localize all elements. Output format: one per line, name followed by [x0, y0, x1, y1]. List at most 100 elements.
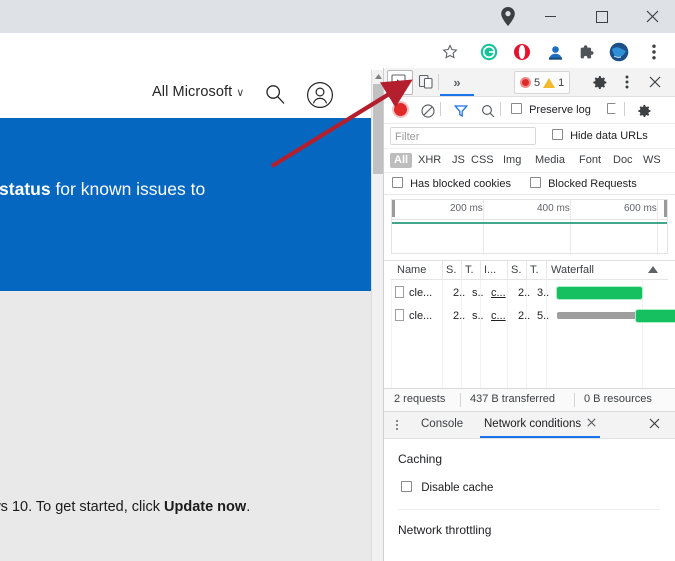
disable-cache-checkbox[interactable] — [607, 103, 616, 116]
cell-initiator[interactable]: c... — [491, 287, 511, 299]
update-now-link[interactable]: Update now — [164, 499, 246, 515]
error-count-icon — [520, 77, 531, 88]
issue-counts[interactable]: 5 1 — [514, 71, 571, 94]
column-divider[interactable] — [507, 261, 508, 280]
caching-section-title: Caching — [398, 452, 443, 466]
filter-input[interactable]: Filter — [390, 127, 536, 145]
preserve-log-box-icon — [511, 103, 522, 114]
tab-network-conditions-close-icon[interactable] — [587, 418, 596, 430]
table-header-row: Name S. T. I... S. T. Waterfall — [391, 261, 668, 280]
scrollbar-thumb[interactable] — [373, 84, 383, 174]
devtools-panel: » 5 1 Preserve log Filter Hide data URLs… — [383, 68, 675, 561]
scroll-up-arrow-icon[interactable] — [372, 70, 383, 83]
page-body-text-prefix: ndows 10. To get started, click — [0, 499, 160, 515]
table-row[interactable]: cle... 2.. s.. c... 2.. 5.. — [391, 306, 675, 326]
tab-console[interactable]: Console — [421, 418, 463, 430]
throttling-section-title: Network throttling — [398, 523, 492, 537]
bookmark-star-icon[interactable] — [437, 39, 463, 65]
overview-right-handle[interactable] — [664, 200, 667, 217]
hide-data-urls-checkbox[interactable]: Hide data URLs — [552, 129, 648, 142]
drawer-close-icon[interactable] — [649, 418, 660, 432]
column-divider[interactable] — [546, 261, 547, 280]
overview-frame: 200 ms 400 ms 600 ms — [391, 199, 668, 255]
gear-icon[interactable] — [589, 71, 611, 93]
cell-name: cle... — [409, 287, 433, 299]
opera-extension-icon[interactable] — [509, 39, 535, 65]
hide-data-urls-box-icon — [552, 129, 563, 140]
preserve-log-checkbox[interactable]: Preserve log — [511, 103, 591, 116]
blocked-requests-checkbox[interactable]: Blocked Requests — [530, 177, 637, 190]
table-row[interactable]: cle... 2.. s.. c... 2.. 3.. — [391, 283, 668, 303]
network-toolbar: Preserve log — [384, 97, 675, 124]
network-settings-gear-icon[interactable] — [634, 100, 656, 122]
search-icon[interactable] — [477, 100, 499, 122]
overview-left-handle[interactable] — [392, 200, 395, 217]
column-header-size[interactable]: S. — [511, 264, 525, 276]
column-header-initiator[interactable]: I... — [484, 264, 506, 276]
type-filter-ws[interactable]: WS — [639, 153, 665, 168]
tab-network-conditions[interactable]: Network conditions — [484, 418, 581, 430]
window-close-button[interactable] — [629, 0, 675, 33]
column-divider[interactable] — [442, 261, 443, 280]
toolbar-divider-2 — [569, 74, 570, 90]
summary-divider — [460, 393, 461, 407]
drawer-selected-underline — [480, 436, 600, 438]
summary-resources: 0 B resources — [584, 393, 652, 405]
type-filter-doc[interactable]: Doc — [609, 153, 637, 168]
column-divider[interactable] — [480, 261, 481, 280]
record-stop-icon[interactable] — [394, 103, 407, 116]
cell-initiator[interactable]: c... — [491, 310, 511, 322]
profile-pin-icon[interactable] — [500, 7, 516, 26]
close-icon[interactable] — [644, 71, 666, 93]
type-filter-media[interactable]: Media — [531, 153, 569, 168]
device-toolbar-icon[interactable] — [415, 71, 437, 93]
page-body-text-suffix: . — [246, 499, 251, 515]
summary-divider — [574, 393, 575, 407]
network-overview-timeline[interactable]: 200 ms 400 ms 600 ms — [384, 195, 675, 261]
hide-data-urls-label: Hide data URLs — [570, 130, 648, 142]
globe-profile-icon[interactable] — [606, 39, 632, 65]
net-divider-3 — [624, 102, 625, 116]
has-blocked-cookies-checkbox[interactable]: Has blocked cookies — [392, 177, 511, 190]
devtools-tabbar: » 5 1 — [384, 68, 675, 97]
page-viewport: All Microsoft∨ rmation status for known … — [0, 70, 383, 561]
filter-funnel-icon[interactable] — [450, 100, 472, 122]
disable-cache-option[interactable]: Disable cache — [401, 481, 493, 494]
column-header-name[interactable]: Name — [397, 264, 439, 276]
type-filter-img[interactable]: Img — [499, 153, 525, 168]
has-blocked-cookies-box-icon — [392, 177, 403, 188]
column-header-time[interactable]: T. — [530, 264, 544, 276]
type-filter-js[interactable]: JS — [448, 153, 469, 168]
window-minimize-button[interactable] — [527, 0, 573, 33]
column-header-type[interactable]: T. — [465, 264, 479, 276]
kebab-menu-icon[interactable] — [616, 71, 638, 93]
grammarly-extension-icon[interactable] — [476, 39, 502, 65]
drawer-kebab-menu-icon[interactable] — [390, 416, 404, 434]
user-extension-icon[interactable] — [542, 39, 568, 65]
sort-ascending-icon[interactable] — [648, 266, 658, 273]
account-icon[interactable] — [306, 81, 334, 109]
type-filter-all[interactable]: All — [390, 153, 413, 168]
clear-icon[interactable] — [417, 100, 439, 122]
summary-requests: 2 requests — [394, 393, 446, 405]
chevron-double-right-icon[interactable]: » — [446, 72, 468, 92]
disable-cache-label: Disable cache — [421, 482, 494, 494]
window-maximize-button[interactable] — [579, 0, 625, 33]
devtools-drawer-tabbar: Console Network conditions — [384, 412, 675, 439]
column-divider[interactable] — [461, 261, 462, 280]
column-header-status[interactable]: S. — [446, 264, 460, 276]
chrome-menu-icon[interactable] — [641, 39, 667, 65]
all-microsoft-menu[interactable]: All Microsoft ∨ — [152, 84, 244, 100]
column-divider[interactable] — [526, 261, 527, 280]
type-filter-font[interactable]: Font — [575, 153, 605, 168]
page-scrollbar[interactable] — [371, 70, 383, 561]
warning-count-icon — [543, 77, 556, 88]
type-filter-xhr[interactable]: XHR — [414, 153, 445, 168]
inspect-element-icon[interactable] — [388, 71, 410, 93]
type-filter-css[interactable]: CSS — [467, 153, 498, 168]
overview-tick-600ms: 600 ms — [624, 203, 657, 214]
extensions-puzzle-icon[interactable] — [574, 39, 600, 65]
column-header-waterfall[interactable]: Waterfall — [551, 264, 621, 276]
search-icon[interactable] — [264, 83, 286, 105]
network-conditions-content: Caching Disable cache Network throttling — [384, 439, 675, 561]
